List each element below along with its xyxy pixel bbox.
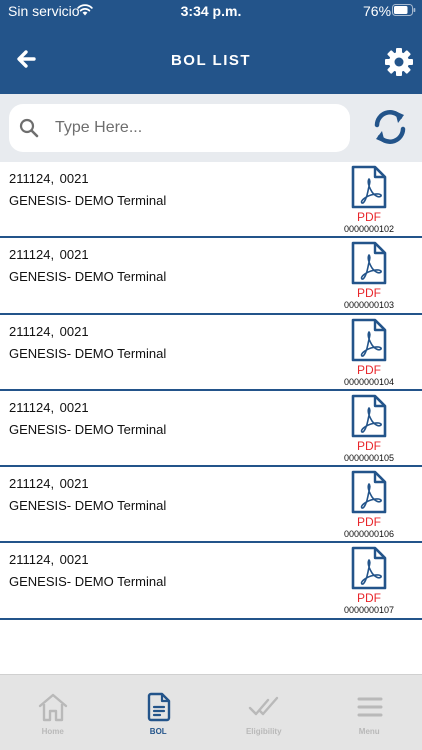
pdf-file-icon — [351, 165, 387, 209]
bol-id: 211124, 0021 — [9, 323, 89, 339]
pdf-file-icon — [351, 470, 387, 514]
tab-home[interactable]: Home — [0, 675, 106, 750]
pdf-file-icon — [351, 241, 387, 285]
pdf-document-number: 0000000106 — [343, 529, 395, 540]
carrier-text: Sin servicio — [8, 3, 80, 19]
pdf-label: PDF — [357, 591, 381, 606]
pdf-document-number: 0000000104 — [343, 376, 395, 387]
app-header: Sin servicio 3:34 p.m. 76% BOL LIST — [0, 0, 422, 94]
pdf-label: PDF — [357, 286, 381, 301]
tab-menu[interactable]: Menu — [317, 675, 422, 750]
search-icon — [19, 118, 39, 138]
search-input[interactable] — [55, 114, 335, 142]
bol-terminal-name: GENESIS- DEMO Terminal — [9, 498, 167, 514]
gear-icon — [385, 48, 413, 76]
pdf-document-number: 0000000102 — [343, 224, 395, 234]
bol-id: 211124, 0021 — [9, 171, 89, 186]
pdf-file-icon — [351, 547, 387, 590]
pdf-document-number: 0000000105 — [343, 452, 395, 463]
bol-list-item[interactable]: 211124, 0021 GENESIS- DEMO Terminal PDF … — [0, 238, 422, 315]
refresh-icon — [374, 110, 406, 144]
tab-label: Menu — [358, 727, 380, 736]
document-icon — [147, 692, 170, 722]
pdf-download-button[interactable]: PDF 0000000103 — [340, 241, 398, 311]
back-button[interactable] — [14, 46, 40, 72]
arrow-left-icon — [17, 50, 36, 68]
tab-bol[interactable]: BOL — [106, 675, 212, 750]
bol-terminal-name: GENESIS- DEMO Terminal — [9, 193, 167, 208]
pdf-download-button[interactable]: PDF 0000000105 — [340, 394, 398, 464]
bol-id: 211124, 0021 — [9, 399, 89, 415]
pdf-download-button[interactable]: PDF 0000000104 — [340, 318, 398, 388]
pdf-label: PDF — [357, 362, 381, 377]
pdf-file-icon — [351, 318, 387, 361]
hamburger-menu-icon — [357, 697, 382, 717]
search-box[interactable] — [9, 104, 350, 152]
bol-list-item[interactable]: 211124, 0021 GENESIS- DEMO Terminal PDF … — [0, 314, 422, 391]
bol-terminal-name: GENESIS- DEMO Terminal — [9, 421, 167, 437]
bol-terminal-name: GENESIS- DEMO Terminal — [9, 269, 167, 285]
pdf-label: PDF — [357, 438, 381, 453]
status-bar: Sin servicio 3:34 p.m. 76% — [0, 0, 422, 24]
bol-id: 211124, 0021 — [9, 247, 89, 263]
pdf-download-button[interactable]: PDF 0000000107 — [340, 546, 398, 616]
pdf-document-number: 0000000103 — [343, 300, 395, 311]
bol-list-item[interactable]: 211124, 0021 GENESIS- DEMO Terminal PDF … — [0, 390, 422, 468]
battery-percent: 76% — [363, 3, 392, 19]
tab-label: BOL — [149, 727, 167, 736]
double-check-icon — [248, 696, 279, 716]
pdf-document-number: 0000000107 — [343, 605, 395, 616]
page-title: BOL LIST — [170, 52, 252, 69]
bol-terminal-name: GENESIS- DEMO Terminal — [9, 345, 167, 361]
bol-list-item[interactable]: 211124, 0021 GENESIS- DEMO Terminal PDF … — [0, 543, 422, 620]
bol-id: 211124, 0021 — [9, 476, 89, 492]
pdf-download-button[interactable]: PDF 0000000102 — [340, 165, 398, 235]
tab-eligibility[interactable]: Eligibility — [211, 675, 317, 750]
bol-list-item[interactable]: 211124, 0021 GENESIS- DEMO Terminal PDF … — [0, 467, 422, 544]
pdf-label: PDF — [357, 210, 381, 224]
pdf-file-icon — [351, 394, 387, 438]
tab-bar: Home BOL Eligibility Menu — [0, 674, 422, 750]
bol-list-item[interactable]: 211124, 0021 GENESIS- DEMO Terminal PDF … — [0, 162, 422, 239]
home-icon — [38, 693, 68, 722]
tab-label: Eligibility — [245, 727, 282, 736]
bol-id: 211124, 0021 — [9, 552, 89, 568]
settings-button[interactable] — [383, 46, 415, 78]
search-area — [0, 94, 422, 162]
pdf-label: PDF — [357, 515, 381, 530]
bol-list: 211124, 0021 GENESIS- DEMO Terminal PDF … — [0, 162, 422, 620]
refresh-button[interactable] — [370, 107, 410, 147]
battery-icon — [392, 4, 416, 16]
pdf-download-button[interactable]: PDF 0000000106 — [340, 470, 398, 540]
bol-terminal-name: GENESIS- DEMO Terminal — [9, 574, 167, 590]
wifi-icon — [77, 4, 93, 16]
tab-label: Home — [41, 727, 64, 736]
